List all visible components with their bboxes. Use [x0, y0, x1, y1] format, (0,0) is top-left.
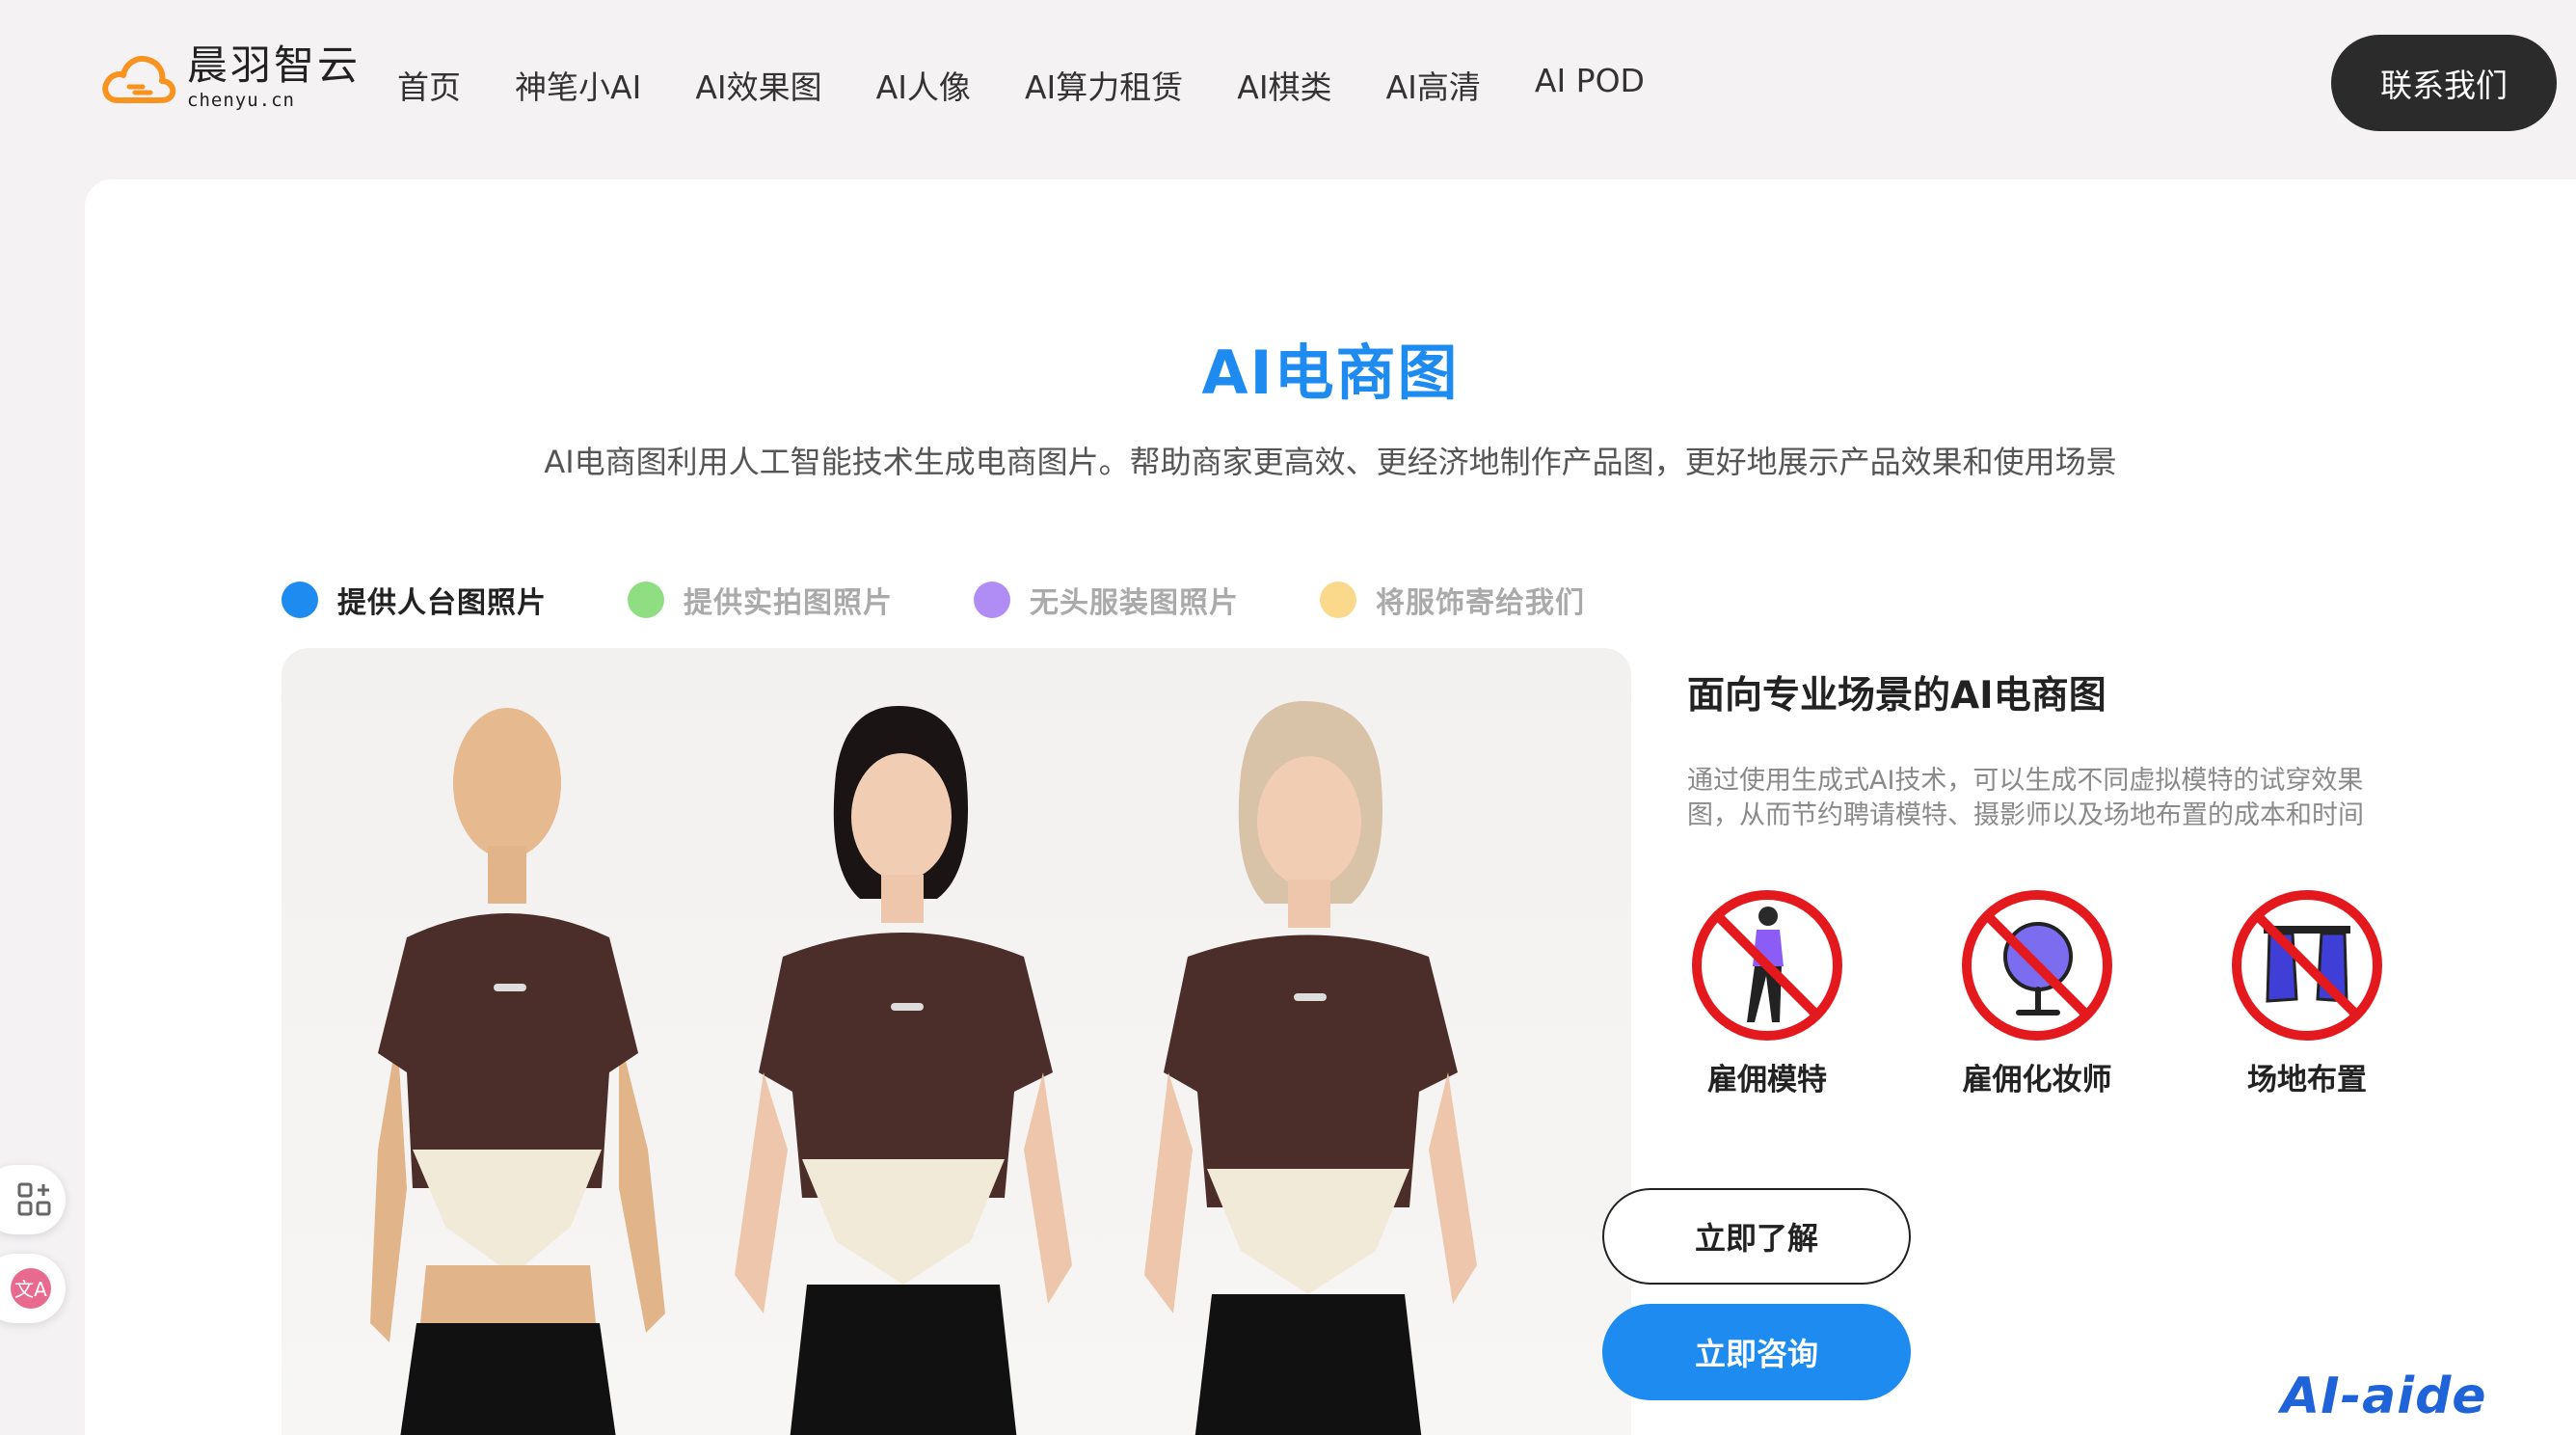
nav-item-compute-rental[interactable]: AI算力租赁	[1025, 62, 1183, 108]
tab-dot-icon	[628, 582, 664, 618]
contact-us-button[interactable]: 联系我们	[2331, 35, 2557, 131]
nav-item-ai-chess[interactable]: AI棋类	[1237, 62, 1331, 108]
nav-item-ai-portrait[interactable]: AI人像	[876, 62, 971, 108]
translate-button[interactable]: 文A	[0, 1254, 66, 1323]
feature-label: 雇佣化妆师	[1962, 1063, 2112, 1097]
no-makeup-artist-icon	[1962, 890, 2112, 1041]
logo-name: 晨羽智云	[187, 41, 362, 89]
tab-dot-icon	[282, 582, 318, 618]
nav-item-ai-hd[interactable]: AI高清	[1386, 62, 1481, 108]
nav-item-home[interactable]: 首页	[397, 62, 461, 108]
apps-grid-button[interactable]	[0, 1165, 66, 1234]
mannequin-figure	[370, 708, 665, 1435]
feature-no-venue-setup: 场地布置	[2227, 887, 2387, 1098]
tab-real-shot-photo[interactable]: 提供实拍图照片	[628, 579, 893, 621]
tab-dot-icon	[974, 582, 1010, 618]
showcase-image	[282, 648, 1631, 1435]
translate-icon: 文A	[11, 1268, 51, 1309]
main-content-card: AI电商图 AI电商图利用人工智能技术生成电商图片。帮助商家更高效、更经济地制作…	[85, 179, 2576, 1435]
watermark-logo: AI-aide	[2281, 1367, 2487, 1425]
apps-grid-icon	[17, 1182, 51, 1216]
source-type-tabs: 提供人台图照片 提供实拍图照片 无头服装图照片 将服饰寄给我们	[282, 579, 1666, 621]
page-title: AI电商图	[1201, 338, 1460, 408]
top-navigation-bar: 晨羽智云 chenyu.cn 首页 神笔小AI AI效果图 AI人像 AI算力租…	[0, 0, 2576, 170]
main-nav: 首页 神笔小AI AI效果图 AI人像 AI算力租赁 AI棋类 AI高清 AI …	[397, 62, 1699, 108]
tab-headless-garment-photo[interactable]: 无头服装图照片	[974, 579, 1239, 621]
page-subtitle: AI电商图利用人工智能技术生成电商图片。帮助商家更高效、更经济地制作产品图，更好…	[544, 444, 2117, 480]
feature-no-model: 雇佣模特	[1687, 887, 1847, 1098]
feature-no-makeup-artist: 雇佣化妆师	[1957, 887, 2117, 1098]
site-logo[interactable]: 晨羽智云 chenyu.cn	[100, 42, 361, 112]
feature-section-title: 面向专业场景的AI电商图	[1687, 674, 2106, 718]
no-model-icon	[1692, 890, 1842, 1041]
tab-dot-icon	[1320, 582, 1356, 618]
no-venue-setup-icon	[2232, 890, 2382, 1041]
nav-item-ai-pod[interactable]: AI POD	[1535, 62, 1645, 108]
tab-label: 将服饰寄给我们	[1376, 586, 1585, 620]
tab-mannequin-photo[interactable]: 提供人台图照片	[282, 579, 547, 621]
tab-mail-garment[interactable]: 将服饰寄给我们	[1320, 579, 1585, 621]
cost-saving-icons: 雇佣模特 雇佣化妆师 场地布置	[1687, 887, 2387, 1098]
feature-section-description: 通过使用生成式AI技术，可以生成不同虚拟模特的试穿效果图，从而节约聘请模特、摄影…	[1687, 766, 2364, 830]
tab-label: 无头服装图照片	[1030, 586, 1239, 620]
cloud-logo-icon	[102, 56, 176, 103]
tab-label: 提供实拍图照片	[684, 586, 893, 620]
model-figure-blonde	[1144, 701, 1477, 1435]
feature-label: 场地布置	[2247, 1063, 2367, 1097]
learn-more-button[interactable]: 立即了解	[1602, 1188, 1911, 1285]
svg-text:文A: 文A	[14, 1278, 47, 1301]
model-figure-dark-hair	[735, 706, 1072, 1435]
tab-label: 提供人台图照片	[337, 586, 547, 620]
nav-item-ai-rendering[interactable]: AI效果图	[695, 62, 821, 108]
logo-domain: chenyu.cn	[187, 89, 295, 111]
consult-now-button[interactable]: 立即咨询	[1602, 1304, 1911, 1400]
nav-item-magic-pen[interactable]: 神笔小AI	[515, 62, 641, 108]
feature-label: 雇佣模特	[1707, 1063, 1827, 1097]
